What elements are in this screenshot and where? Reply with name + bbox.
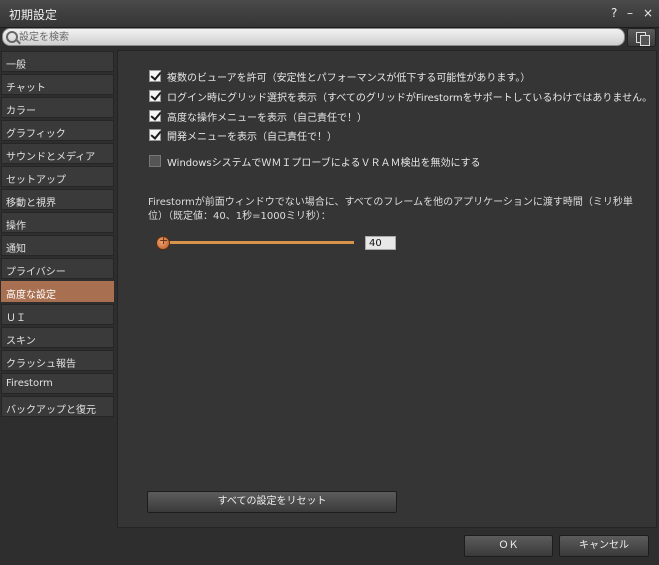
checkbox-label: 高度な操作メニューを表示（自己責任で！） [167, 113, 367, 124]
sidebar-item-label: 移動と視界 [6, 198, 56, 209]
sidebar-item-label: グラフィック [6, 129, 66, 140]
copy-icon [636, 32, 650, 46]
window-title: 初期設定 [9, 8, 58, 22]
minimize-icon[interactable]: – [627, 5, 633, 21]
search-input[interactable] [19, 30, 609, 44]
sidebar-item-setup[interactable]: セットアップ [1, 166, 114, 187]
sidebar-item-label: 高度な設定 [6, 290, 56, 301]
checkbox-label: WindowsシステムでＷＭＩプローブによるＶＲＡＭ検出を無効にする [167, 158, 481, 169]
ok-button[interactable]: ＯＫ [464, 535, 553, 557]
checkbox-box[interactable] [149, 129, 161, 141]
sidebar-item-colors[interactable]: カラー [1, 97, 114, 118]
sidebar-item-label: サウンドとメディア [6, 152, 96, 163]
sidebar-item-crash-reports[interactable]: クラッシュ報告 [1, 350, 114, 371]
sidebar-item-backup-restore[interactable]: バックアップと復元 [1, 396, 114, 417]
sidebar-item-label: カラー [6, 106, 36, 117]
sidebar-item-controls[interactable]: 操作 [1, 212, 114, 233]
checkbox-box[interactable] [149, 90, 161, 102]
sidebar-item-label: 通知 [6, 244, 26, 255]
sidebar-item-label: ＵＩ [6, 313, 26, 324]
preferences-window: 初期設定 ? – × 一般 チャット カラー グラフィック サウンドとメディア … [0, 0, 659, 565]
sidebar-item-sound-media[interactable]: サウンドとメディア [1, 143, 114, 164]
sidebar-item-general[interactable]: 一般 [1, 51, 114, 72]
sidebar-item-label: バックアップと復元 [6, 405, 96, 416]
frame-time-value-field[interactable]: 40 [365, 236, 396, 250]
sidebar-item-label: チャット [6, 83, 46, 94]
frame-time-description: Firestormが前面ウィンドウでない場合に、すべてのフレームを他のアプリケー… [148, 197, 633, 222]
help-icon[interactable]: ? [611, 5, 617, 21]
sidebar-item-advanced[interactable]: 高度な設定 [1, 281, 114, 302]
sidebar-item-label: プライバシー [6, 267, 66, 278]
sidebar-item-label: セットアップ [6, 175, 66, 186]
sidebar-item-label: クラッシュ報告 [6, 359, 76, 370]
checkbox-label: 開発メニューを表示（自己責任で！） [167, 132, 337, 143]
sidebar-item-label: Firestorm [6, 378, 53, 389]
sidebar-item-firestorm[interactable]: Firestorm [1, 373, 114, 394]
copy-settings-button[interactable] [627, 28, 656, 47]
frame-time-slider-track[interactable] [158, 241, 354, 244]
sidebar-item-privacy[interactable]: プライバシー [1, 258, 114, 279]
cancel-button[interactable]: キャンセル [559, 535, 649, 557]
checkbox-label: ログイン時にグリッド選択を表示（すべてのグリッドがFirestormをサポートし… [167, 93, 653, 104]
sidebar: 一般 チャット カラー グラフィック サウンドとメディア セットアップ 移動と視… [1, 51, 114, 419]
search-bar[interactable] [2, 28, 625, 46]
sidebar-item-chat[interactable]: チャット [1, 74, 114, 95]
sidebar-item-label: スキン [6, 336, 36, 347]
checkbox-box[interactable] [149, 110, 161, 122]
checkbox-box[interactable] [149, 155, 161, 167]
sidebar-item-label: 一般 [6, 60, 26, 71]
close-icon[interactable]: × [643, 5, 653, 21]
sidebar-item-label: 操作 [6, 221, 26, 232]
frame-time-slider-handle[interactable] [156, 234, 170, 250]
title-bar[interactable]: 初期設定 ? – × [0, 0, 659, 28]
checkbox-box[interactable] [149, 70, 161, 82]
search-icon [6, 31, 18, 43]
sidebar-item-move-view[interactable]: 移動と視界 [1, 189, 114, 210]
advanced-settings-panel: 複数のビューアを許可（安定性とパフォーマンスが低下する可能性があります。） ログ… [117, 50, 657, 528]
checkbox-label: 複数のビューアを許可（安定性とパフォーマンスが低下する可能性があります。） [167, 73, 531, 84]
sidebar-item-ui[interactable]: ＵＩ [1, 304, 114, 325]
reset-all-settings-button[interactable]: すべての設定をリセット [147, 491, 397, 513]
sidebar-item-notifications[interactable]: 通知 [1, 235, 114, 256]
sidebar-item-graphics[interactable]: グラフィック [1, 120, 114, 141]
sidebar-item-skins[interactable]: スキン [1, 327, 114, 348]
